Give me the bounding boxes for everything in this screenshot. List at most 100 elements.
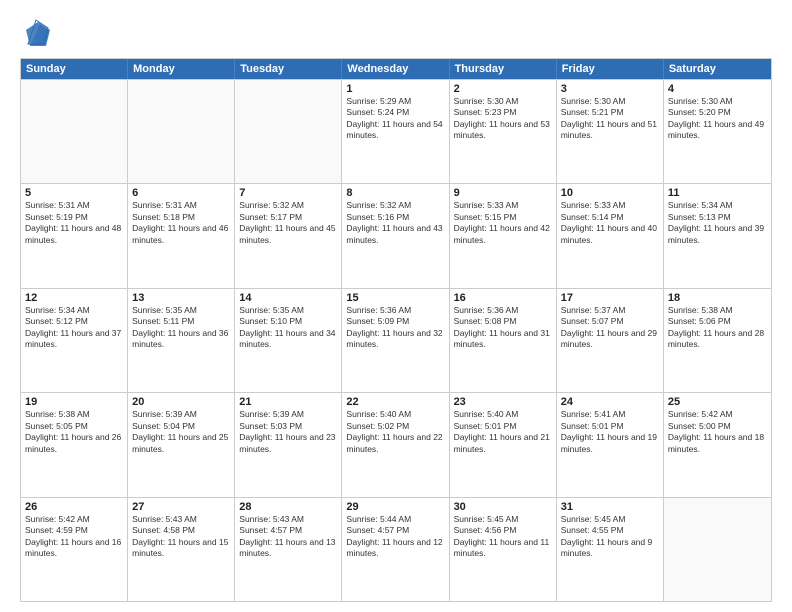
cal-cell — [128, 80, 235, 183]
day-number: 26 — [25, 501, 123, 513]
cell-info: Sunrise: 5:45 AM Sunset: 4:55 PM Dayligh… — [561, 514, 659, 560]
page-header — [20, 18, 772, 50]
cal-week-row: 12Sunrise: 5:34 AM Sunset: 5:12 PM Dayli… — [21, 288, 771, 392]
day-number: 15 — [346, 292, 444, 304]
day-number: 23 — [454, 396, 552, 408]
cal-header-day: Thursday — [450, 59, 557, 79]
cal-cell: 6Sunrise: 5:31 AM Sunset: 5:18 PM Daylig… — [128, 184, 235, 287]
cell-info: Sunrise: 5:43 AM Sunset: 4:58 PM Dayligh… — [132, 514, 230, 560]
cal-cell: 21Sunrise: 5:39 AM Sunset: 5:03 PM Dayli… — [235, 393, 342, 496]
day-number: 30 — [454, 501, 552, 513]
cell-info: Sunrise: 5:35 AM Sunset: 5:11 PM Dayligh… — [132, 305, 230, 351]
cal-cell: 25Sunrise: 5:42 AM Sunset: 5:00 PM Dayli… — [664, 393, 771, 496]
logo — [20, 18, 52, 50]
cell-info: Sunrise: 5:34 AM Sunset: 5:12 PM Dayligh… — [25, 305, 123, 351]
cal-cell: 11Sunrise: 5:34 AM Sunset: 5:13 PM Dayli… — [664, 184, 771, 287]
cal-cell: 9Sunrise: 5:33 AM Sunset: 5:15 PM Daylig… — [450, 184, 557, 287]
day-number: 1 — [346, 83, 444, 95]
calendar-body: 1Sunrise: 5:29 AM Sunset: 5:24 PM Daylig… — [21, 79, 771, 601]
day-number: 2 — [454, 83, 552, 95]
cal-cell: 2Sunrise: 5:30 AM Sunset: 5:23 PM Daylig… — [450, 80, 557, 183]
cal-cell: 10Sunrise: 5:33 AM Sunset: 5:14 PM Dayli… — [557, 184, 664, 287]
calendar-header: SundayMondayTuesdayWednesdayThursdayFrid… — [21, 59, 771, 79]
day-number: 14 — [239, 292, 337, 304]
cell-info: Sunrise: 5:31 AM Sunset: 5:18 PM Dayligh… — [132, 200, 230, 246]
cal-header-day: Monday — [128, 59, 235, 79]
cell-info: Sunrise: 5:29 AM Sunset: 5:24 PM Dayligh… — [346, 96, 444, 142]
cal-cell: 3Sunrise: 5:30 AM Sunset: 5:21 PM Daylig… — [557, 80, 664, 183]
cal-cell: 23Sunrise: 5:40 AM Sunset: 5:01 PM Dayli… — [450, 393, 557, 496]
cal-week-row: 19Sunrise: 5:38 AM Sunset: 5:05 PM Dayli… — [21, 392, 771, 496]
cal-cell: 14Sunrise: 5:35 AM Sunset: 5:10 PM Dayli… — [235, 289, 342, 392]
cal-cell: 20Sunrise: 5:39 AM Sunset: 5:04 PM Dayli… — [128, 393, 235, 496]
cal-cell: 7Sunrise: 5:32 AM Sunset: 5:17 PM Daylig… — [235, 184, 342, 287]
cal-cell: 4Sunrise: 5:30 AM Sunset: 5:20 PM Daylig… — [664, 80, 771, 183]
cell-info: Sunrise: 5:34 AM Sunset: 5:13 PM Dayligh… — [668, 200, 767, 246]
day-number: 22 — [346, 396, 444, 408]
cal-cell: 17Sunrise: 5:37 AM Sunset: 5:07 PM Dayli… — [557, 289, 664, 392]
cell-info: Sunrise: 5:39 AM Sunset: 5:04 PM Dayligh… — [132, 409, 230, 455]
day-number: 3 — [561, 83, 659, 95]
cal-cell: 16Sunrise: 5:36 AM Sunset: 5:08 PM Dayli… — [450, 289, 557, 392]
cell-info: Sunrise: 5:36 AM Sunset: 5:09 PM Dayligh… — [346, 305, 444, 351]
cal-cell: 1Sunrise: 5:29 AM Sunset: 5:24 PM Daylig… — [342, 80, 449, 183]
cal-week-row: 5Sunrise: 5:31 AM Sunset: 5:19 PM Daylig… — [21, 183, 771, 287]
day-number: 31 — [561, 501, 659, 513]
cal-week-row: 1Sunrise: 5:29 AM Sunset: 5:24 PM Daylig… — [21, 79, 771, 183]
cell-info: Sunrise: 5:39 AM Sunset: 5:03 PM Dayligh… — [239, 409, 337, 455]
cal-header-day: Sunday — [21, 59, 128, 79]
day-number: 18 — [668, 292, 767, 304]
cal-cell: 5Sunrise: 5:31 AM Sunset: 5:19 PM Daylig… — [21, 184, 128, 287]
day-number: 28 — [239, 501, 337, 513]
cell-info: Sunrise: 5:32 AM Sunset: 5:17 PM Dayligh… — [239, 200, 337, 246]
cal-cell — [664, 498, 771, 601]
cell-info: Sunrise: 5:42 AM Sunset: 5:00 PM Dayligh… — [668, 409, 767, 455]
day-number: 10 — [561, 187, 659, 199]
cell-info: Sunrise: 5:35 AM Sunset: 5:10 PM Dayligh… — [239, 305, 337, 351]
day-number: 17 — [561, 292, 659, 304]
cell-info: Sunrise: 5:33 AM Sunset: 5:15 PM Dayligh… — [454, 200, 552, 246]
cal-cell: 24Sunrise: 5:41 AM Sunset: 5:01 PM Dayli… — [557, 393, 664, 496]
cell-info: Sunrise: 5:32 AM Sunset: 5:16 PM Dayligh… — [346, 200, 444, 246]
cell-info: Sunrise: 5:37 AM Sunset: 5:07 PM Dayligh… — [561, 305, 659, 351]
day-number: 7 — [239, 187, 337, 199]
day-number: 12 — [25, 292, 123, 304]
cal-cell: 26Sunrise: 5:42 AM Sunset: 4:59 PM Dayli… — [21, 498, 128, 601]
cell-info: Sunrise: 5:30 AM Sunset: 5:20 PM Dayligh… — [668, 96, 767, 142]
calendar: SundayMondayTuesdayWednesdayThursdayFrid… — [20, 58, 772, 602]
cell-info: Sunrise: 5:43 AM Sunset: 4:57 PM Dayligh… — [239, 514, 337, 560]
cal-cell: 27Sunrise: 5:43 AM Sunset: 4:58 PM Dayli… — [128, 498, 235, 601]
cal-cell: 12Sunrise: 5:34 AM Sunset: 5:12 PM Dayli… — [21, 289, 128, 392]
cal-cell — [235, 80, 342, 183]
cell-info: Sunrise: 5:44 AM Sunset: 4:57 PM Dayligh… — [346, 514, 444, 560]
day-number: 5 — [25, 187, 123, 199]
day-number: 11 — [668, 187, 767, 199]
cell-info: Sunrise: 5:42 AM Sunset: 4:59 PM Dayligh… — [25, 514, 123, 560]
cal-cell: 29Sunrise: 5:44 AM Sunset: 4:57 PM Dayli… — [342, 498, 449, 601]
logo-icon — [20, 18, 52, 50]
cell-info: Sunrise: 5:41 AM Sunset: 5:01 PM Dayligh… — [561, 409, 659, 455]
day-number: 4 — [668, 83, 767, 95]
cal-header-day: Tuesday — [235, 59, 342, 79]
cell-info: Sunrise: 5:33 AM Sunset: 5:14 PM Dayligh… — [561, 200, 659, 246]
day-number: 8 — [346, 187, 444, 199]
cal-cell: 22Sunrise: 5:40 AM Sunset: 5:02 PM Dayli… — [342, 393, 449, 496]
day-number: 19 — [25, 396, 123, 408]
cal-header-day: Saturday — [664, 59, 771, 79]
cal-header-day: Friday — [557, 59, 664, 79]
cell-info: Sunrise: 5:40 AM Sunset: 5:02 PM Dayligh… — [346, 409, 444, 455]
cal-week-row: 26Sunrise: 5:42 AM Sunset: 4:59 PM Dayli… — [21, 497, 771, 601]
cal-header-day: Wednesday — [342, 59, 449, 79]
day-number: 9 — [454, 187, 552, 199]
cal-cell: 15Sunrise: 5:36 AM Sunset: 5:09 PM Dayli… — [342, 289, 449, 392]
cal-cell: 19Sunrise: 5:38 AM Sunset: 5:05 PM Dayli… — [21, 393, 128, 496]
cell-info: Sunrise: 5:36 AM Sunset: 5:08 PM Dayligh… — [454, 305, 552, 351]
day-number: 29 — [346, 501, 444, 513]
day-number: 25 — [668, 396, 767, 408]
cal-cell — [21, 80, 128, 183]
day-number: 16 — [454, 292, 552, 304]
cell-info: Sunrise: 5:45 AM Sunset: 4:56 PM Dayligh… — [454, 514, 552, 560]
cell-info: Sunrise: 5:31 AM Sunset: 5:19 PM Dayligh… — [25, 200, 123, 246]
cell-info: Sunrise: 5:30 AM Sunset: 5:23 PM Dayligh… — [454, 96, 552, 142]
cal-cell: 30Sunrise: 5:45 AM Sunset: 4:56 PM Dayli… — [450, 498, 557, 601]
